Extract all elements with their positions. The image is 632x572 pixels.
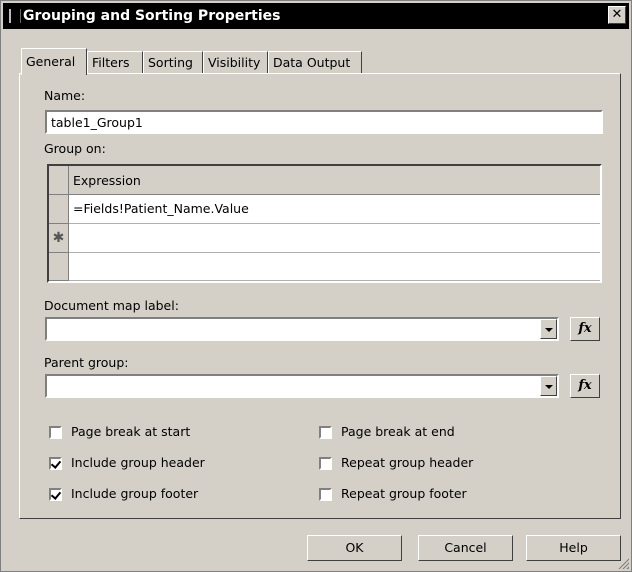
general-tab-panel: Name: table1_Group1 Group on: Expression… [19, 73, 621, 519]
row-header[interactable] [49, 253, 69, 281]
grid-corner [49, 166, 69, 195]
page-break-start-checkbox[interactable] [49, 426, 62, 439]
include-header-checkbox[interactable] [49, 457, 62, 470]
document-map-label: Document map label: [44, 298, 179, 313]
repeat-header-checkbox[interactable] [319, 457, 332, 470]
chevron-down-icon[interactable] [540, 376, 557, 396]
include-footer-checkbox[interactable] [49, 488, 62, 501]
dialog-title: Grouping and Sorting Properties [23, 8, 281, 24]
page-break-start-label: Page break at start [71, 424, 191, 439]
tab-visibility[interactable]: Visibility [203, 51, 268, 73]
cancel-button[interactable]: Cancel [418, 535, 513, 561]
document-map-combo[interactable] [45, 317, 559, 341]
new-row-marker[interactable]: ✱ [49, 224, 69, 253]
tab-general[interactable]: General [21, 48, 87, 75]
tab-data-output[interactable]: Data Output [268, 51, 362, 73]
ok-button[interactable]: OK [307, 535, 402, 561]
expression-cell[interactable]: =Fields!Patient_Name.Value [69, 195, 600, 224]
resize-grip-icon[interactable] [617, 557, 629, 569]
page-break-end-checkbox[interactable] [319, 426, 332, 439]
group-on-label: Group on: [44, 141, 106, 156]
expression-cell[interactable] [69, 224, 600, 253]
name-input[interactable]: table1_Group1 [45, 110, 603, 134]
repeat-header-label: Repeat group header [341, 455, 474, 470]
repeat-footer-checkbox[interactable] [319, 488, 332, 501]
document-map-fx-button[interactable]: fx [570, 317, 600, 341]
chevron-down-icon[interactable] [540, 319, 557, 339]
dialog-window: Grouping and Sorting Properties ✕ Genera… [0, 0, 632, 572]
include-header-label: Include group header [71, 455, 205, 470]
dialog-icon [9, 9, 21, 23]
page-break-end-label: Page break at end [341, 424, 455, 439]
row-header[interactable] [49, 195, 69, 224]
parent-group-label: Parent group: [44, 355, 129, 370]
name-label: Name: [44, 88, 86, 103]
repeat-footer-label: Repeat group footer [341, 486, 467, 501]
close-button[interactable]: ✕ [608, 6, 626, 24]
title-bar[interactable]: Grouping and Sorting Properties ✕ [3, 3, 629, 29]
parent-group-fx-button[interactable]: fx [570, 374, 600, 398]
tab-sorting[interactable]: Sorting [143, 51, 203, 73]
expression-column-header: Expression [69, 166, 600, 195]
include-footer-label: Include group footer [71, 486, 199, 501]
tab-filters[interactable]: Filters [87, 51, 143, 73]
help-button[interactable]: Help [526, 535, 621, 561]
expression-cell[interactable] [69, 253, 600, 281]
parent-group-combo[interactable] [45, 374, 559, 398]
close-icon: ✕ [611, 7, 623, 22]
group-expression-grid: Expression =Fields!Patient_Name.Value ✱ [47, 164, 602, 283]
